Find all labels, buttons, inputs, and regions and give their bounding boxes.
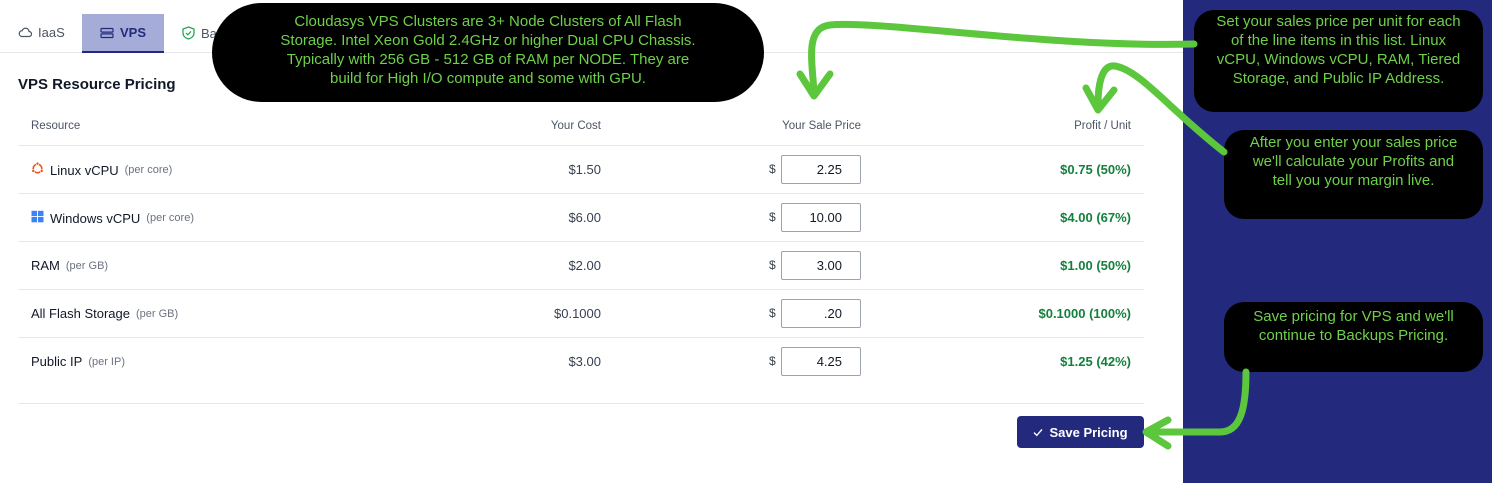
resource-cell: RAM (per GB) bbox=[31, 258, 108, 273]
tab-iaas[interactable]: IaaS bbox=[18, 14, 65, 50]
resource-unit: (per GB) bbox=[136, 307, 179, 320]
resource-name: Linux vCPU bbox=[50, 162, 119, 178]
profit-value: $0.75 (50%) bbox=[1060, 162, 1131, 177]
header-profit: Profit / Unit bbox=[1074, 120, 1131, 132]
table-row: All Flash Storage (per GB) $0.1000 $ $0.… bbox=[18, 290, 1144, 338]
header-cost: Your Cost bbox=[550, 120, 601, 132]
profit-value: $0.1000 (100%) bbox=[1038, 306, 1131, 321]
callout-sale-price: Set your sales price per unit for each o… bbox=[1194, 10, 1483, 112]
table-row: Windows vCPU (per core) $6.00 $ $4.00 (6… bbox=[18, 194, 1144, 242]
table-row: Linux vCPU (per core) $1.50 $ $0.75 (50%… bbox=[18, 146, 1144, 194]
tab-label: IaaS bbox=[38, 24, 65, 40]
arrow-head-profit bbox=[1082, 84, 1118, 114]
server-icon bbox=[100, 27, 114, 39]
table-row: Public IP (per IP) $3.00 $ $1.25 (42%) bbox=[18, 338, 1144, 385]
check-icon bbox=[1033, 425, 1043, 440]
save-button-label: Save Pricing bbox=[1049, 424, 1128, 440]
resource-cell: Linux vCPU (per core) bbox=[31, 161, 173, 178]
callout-profit: After you enter your sales price we'll c… bbox=[1224, 130, 1483, 219]
resource-unit: (per GB) bbox=[65, 259, 109, 272]
resource-name: All Flash Storage bbox=[31, 306, 130, 321]
currency-symbol: $ bbox=[769, 162, 776, 176]
cost-value: $1.50 bbox=[568, 162, 601, 177]
profit-value: $4.00 (67%) bbox=[1060, 210, 1131, 225]
resource-unit: (per IP) bbox=[88, 355, 125, 368]
arrow-head-save bbox=[1142, 416, 1172, 450]
currency-symbol: $ bbox=[769, 306, 776, 320]
resource-name: Windows vCPU bbox=[50, 210, 141, 226]
sale-price-input[interactable] bbox=[781, 203, 861, 232]
currency-symbol: $ bbox=[769, 258, 776, 272]
divider bbox=[18, 403, 1144, 404]
callout-cluster-info: Cloudasys VPS Clusters are 3+ Node Clust… bbox=[212, 3, 764, 102]
resource-cell: Public IP (per IP) bbox=[31, 354, 125, 369]
table-header: Resource Your Cost Your Sale Price Profi… bbox=[18, 108, 1144, 146]
sale-price-input[interactable] bbox=[781, 299, 861, 328]
arrow-head-sale bbox=[796, 70, 834, 100]
page-title: VPS Resource Pricing bbox=[18, 76, 176, 93]
resource-name: Public IP bbox=[31, 354, 83, 369]
table-row: RAM (per GB) $2.00 $ $1.00 (50%) bbox=[18, 242, 1144, 290]
currency-symbol: $ bbox=[769, 354, 776, 368]
cost-value: $0.1000 bbox=[554, 306, 601, 321]
header-resource: Resource bbox=[31, 120, 81, 132]
profit-value: $1.25 (42%) bbox=[1060, 354, 1131, 369]
callout-save: Save pricing for VPS and we'll continue … bbox=[1224, 302, 1483, 372]
header-sale-price: Your Sale Price bbox=[782, 120, 861, 132]
resource-name: RAM bbox=[31, 258, 60, 273]
windows-icon bbox=[31, 210, 44, 226]
currency-symbol: $ bbox=[769, 210, 776, 224]
profit-value: $1.00 (50%) bbox=[1060, 258, 1131, 273]
cloud-icon bbox=[18, 26, 32, 38]
save-pricing-button[interactable]: Save Pricing bbox=[1017, 416, 1144, 448]
pricing-table: Resource Your Cost Your Sale Price Profi… bbox=[18, 108, 1144, 385]
sale-price-input[interactable] bbox=[781, 347, 861, 376]
resource-unit: (per core) bbox=[146, 212, 194, 224]
resource-cell: All Flash Storage (per GB) bbox=[31, 306, 178, 321]
resource-unit: (per core) bbox=[124, 164, 173, 176]
cost-value: $6.00 bbox=[568, 210, 601, 225]
tab-label: VPS bbox=[119, 25, 146, 40]
shield-icon bbox=[182, 26, 195, 40]
ubuntu-icon bbox=[31, 161, 44, 178]
cost-value: $3.00 bbox=[568, 354, 601, 369]
cost-value: $2.00 bbox=[568, 258, 601, 273]
resource-cell: Windows vCPU (per core) bbox=[31, 210, 194, 226]
sale-price-input[interactable] bbox=[781, 155, 861, 184]
tab-vps[interactable]: VPS bbox=[82, 14, 164, 53]
sale-price-input[interactable] bbox=[781, 251, 861, 280]
